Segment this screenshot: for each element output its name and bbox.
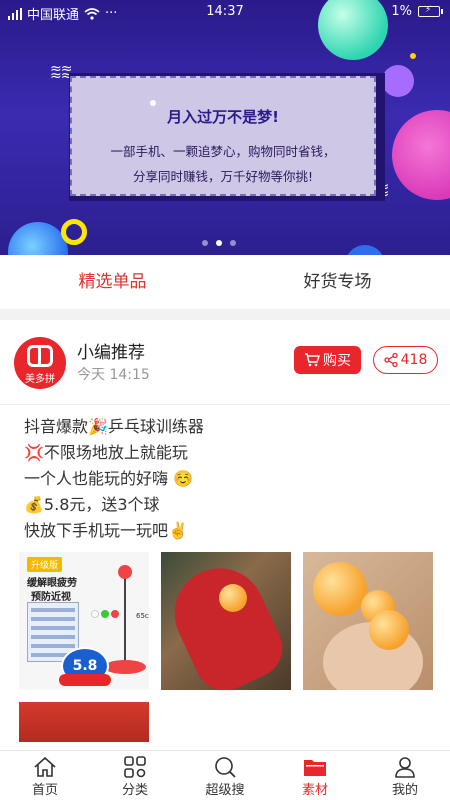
post-author: 小编推荐 <box>77 343 145 363</box>
ping-pong-ball <box>219 584 247 612</box>
bottom-nav: 首页 分类 超级搜 素材 我的 <box>0 750 450 800</box>
search-icon <box>215 757 236 778</box>
paddle <box>161 553 291 690</box>
decor-dot <box>150 100 156 106</box>
product-photo[interactable] <box>19 702 149 742</box>
ad-price-ribbon <box>59 674 111 686</box>
share-count: 418 <box>400 352 428 368</box>
pager-dot[interactable] <box>202 240 208 246</box>
ad-badge: 升级版 <box>27 557 63 572</box>
avatar-brand: 美多拼 <box>25 374 55 385</box>
divider <box>0 404 450 405</box>
home-icon <box>34 756 56 777</box>
tab-bar: 精选单品 好货专场 <box>0 255 450 309</box>
grid-icon <box>124 756 146 778</box>
ping-pong-ball <box>313 562 367 616</box>
buy-label: 购买 <box>323 353 351 369</box>
nav-label: 首页 <box>31 783 58 798</box>
trainer-pole <box>124 570 126 665</box>
decor-bubble <box>8 222 68 255</box>
decor-ring <box>61 219 87 245</box>
share-icon <box>383 353 398 367</box>
nav-home[interactable]: 首页 <box>0 751 90 800</box>
ad-text: 缓解眼疲劳 <box>27 578 77 589</box>
nav-category[interactable]: 分类 <box>90 751 180 800</box>
decor-bubble <box>382 65 414 97</box>
battery-icon: ⚡ <box>418 5 443 17</box>
post-time: 今天 14:15 <box>77 367 150 383</box>
user-icon <box>395 757 415 778</box>
nav-materials[interactable]: 素材 <box>270 751 360 800</box>
battery-percent: 1% <box>391 4 412 19</box>
pager-dot[interactable] <box>230 240 236 246</box>
decor-bubble <box>345 245 385 255</box>
nav-label: 素材 <box>301 783 328 798</box>
nav-label: 超级搜 <box>205 783 245 798</box>
ad-text: 预防近视 <box>31 592 71 603</box>
tab-featured[interactable]: 精选单品 <box>0 255 225 309</box>
decor-bubble <box>392 110 450 200</box>
nav-label: 分类 <box>121 783 148 798</box>
product-photo[interactable] <box>303 552 433 690</box>
nav-label: 我的 <box>391 783 418 798</box>
pager-dot-active[interactable] <box>216 240 222 246</box>
banner-text-line: 一部手机、一颗追梦心，购物同时省钱， <box>110 144 336 159</box>
post-card: 美多拼 小编推荐 今天 14:15 购买 418 抖音爆款🎉乒乓球训练器 💢不限… <box>0 320 450 750</box>
promo-banner[interactable]: ≈≈≈≈ ≈≈≈≈≈≈ 月入过万不是梦! 一部手机、一颗追梦心，购物同时省钱， … <box>0 0 450 255</box>
ping-pong-ball <box>369 610 409 650</box>
cart-icon <box>305 353 320 367</box>
nav-profile[interactable]: 我的 <box>360 751 450 800</box>
post-text[interactable]: 抖音爆款🎉乒乓球训练器 💢不限场地放上就能玩 一个人也能玩的好嗨 ☺️ 💰5.8… <box>24 414 204 544</box>
banner-title: 月入过万不是梦! <box>167 108 279 126</box>
ad-size-label: 65cm <box>136 612 149 620</box>
brand-logo-icon <box>27 345 53 367</box>
trainer-base <box>104 660 146 674</box>
folder-icon <box>304 760 326 776</box>
buy-button[interactable]: 购买 <box>294 346 361 374</box>
post-text-line: 💢不限场地放上就能玩 <box>24 443 188 462</box>
tab-special[interactable]: 好货专场 <box>225 255 450 309</box>
post-text-line: 一个人也能玩的好嗨 ☺️ <box>24 469 194 488</box>
decor-dot <box>410 53 416 59</box>
banner-card: 月入过万不是梦! 一部手机、一颗追梦心，购物同时省钱， 分享同时赚钱，万千好物等… <box>70 76 376 196</box>
status-bar: 中国联通 ··· 14:37 1% ⚡ <box>0 0 450 24</box>
share-button[interactable]: 418 <box>373 346 438 374</box>
post-text-line: 快放下手机玩一玩吧✌️ <box>24 521 188 540</box>
product-photo[interactable]: 升级版 缓解眼疲劳 预防近视 65cm 5.8 <box>19 552 149 690</box>
banner-text-line: 分享同时赚钱，万千好物等你挑! <box>132 169 313 184</box>
nav-search[interactable]: 超级搜 <box>180 751 270 800</box>
product-photo[interactable] <box>161 552 291 690</box>
post-text-line: 抖音爆款🎉乒乓球训练器 <box>24 417 204 436</box>
post-text-line: 💰5.8元，送3个球 <box>24 495 160 514</box>
banner-pager[interactable] <box>202 240 236 246</box>
ball-colors <box>91 610 119 618</box>
avatar[interactable]: 美多拼 <box>14 337 66 389</box>
trainer-ball <box>118 565 132 579</box>
clock: 14:37 <box>206 4 244 19</box>
